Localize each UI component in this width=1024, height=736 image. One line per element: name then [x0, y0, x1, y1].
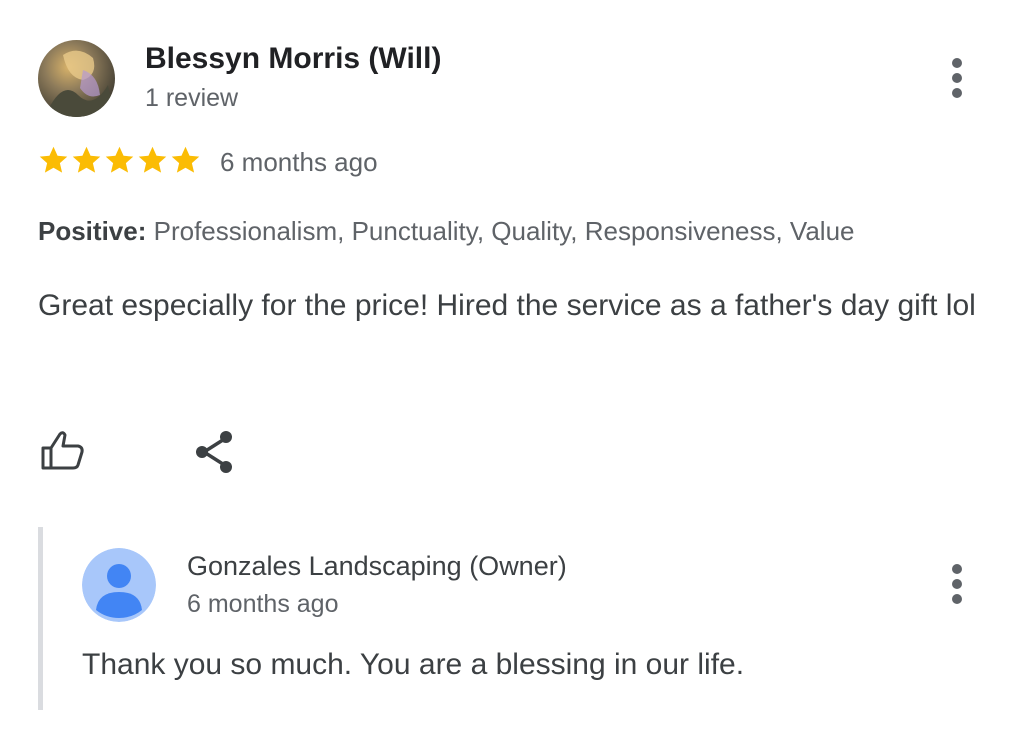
reply-more-options-button[interactable] — [937, 554, 977, 614]
review-attributes: Positive: Professionalism, Punctuality, … — [38, 216, 855, 247]
reviewer-name[interactable]: Blessyn Morris (Will) — [145, 42, 441, 76]
more-vert-icon — [952, 58, 962, 68]
star-icon — [138, 146, 167, 173]
owner-avatar[interactable] — [82, 548, 156, 622]
attributes-values: Professionalism, Punctuality, Quality, R… — [153, 216, 855, 246]
thumbs-up-icon — [41, 431, 84, 470]
owner-reply-text: Thank you so much. You are a blessing in… — [82, 648, 745, 681]
attributes-label: Positive: — [38, 216, 147, 246]
owner-name: Gonzales Landscaping (Owner) — [187, 551, 567, 581]
star-icon — [39, 146, 68, 173]
review-more-options-button[interactable] — [937, 48, 977, 108]
share-icon — [196, 431, 232, 473]
star-icon — [72, 146, 101, 173]
reviewer-photo — [38, 40, 115, 117]
reviewer-avatar[interactable] — [38, 40, 115, 117]
reply-divider — [38, 527, 43, 710]
star-icon — [105, 146, 134, 173]
person-icon — [82, 548, 156, 622]
star-icon — [171, 146, 200, 173]
review-text: Great especially for the price! Hired th… — [38, 289, 976, 322]
owner-reply-time: 6 months ago — [187, 590, 339, 618]
review-time: 6 months ago — [220, 147, 378, 177]
like-button[interactable] — [38, 426, 88, 476]
share-button[interactable] — [190, 426, 240, 476]
more-vert-icon — [952, 564, 962, 574]
reviewer-review-count: 1 review — [145, 84, 239, 112]
